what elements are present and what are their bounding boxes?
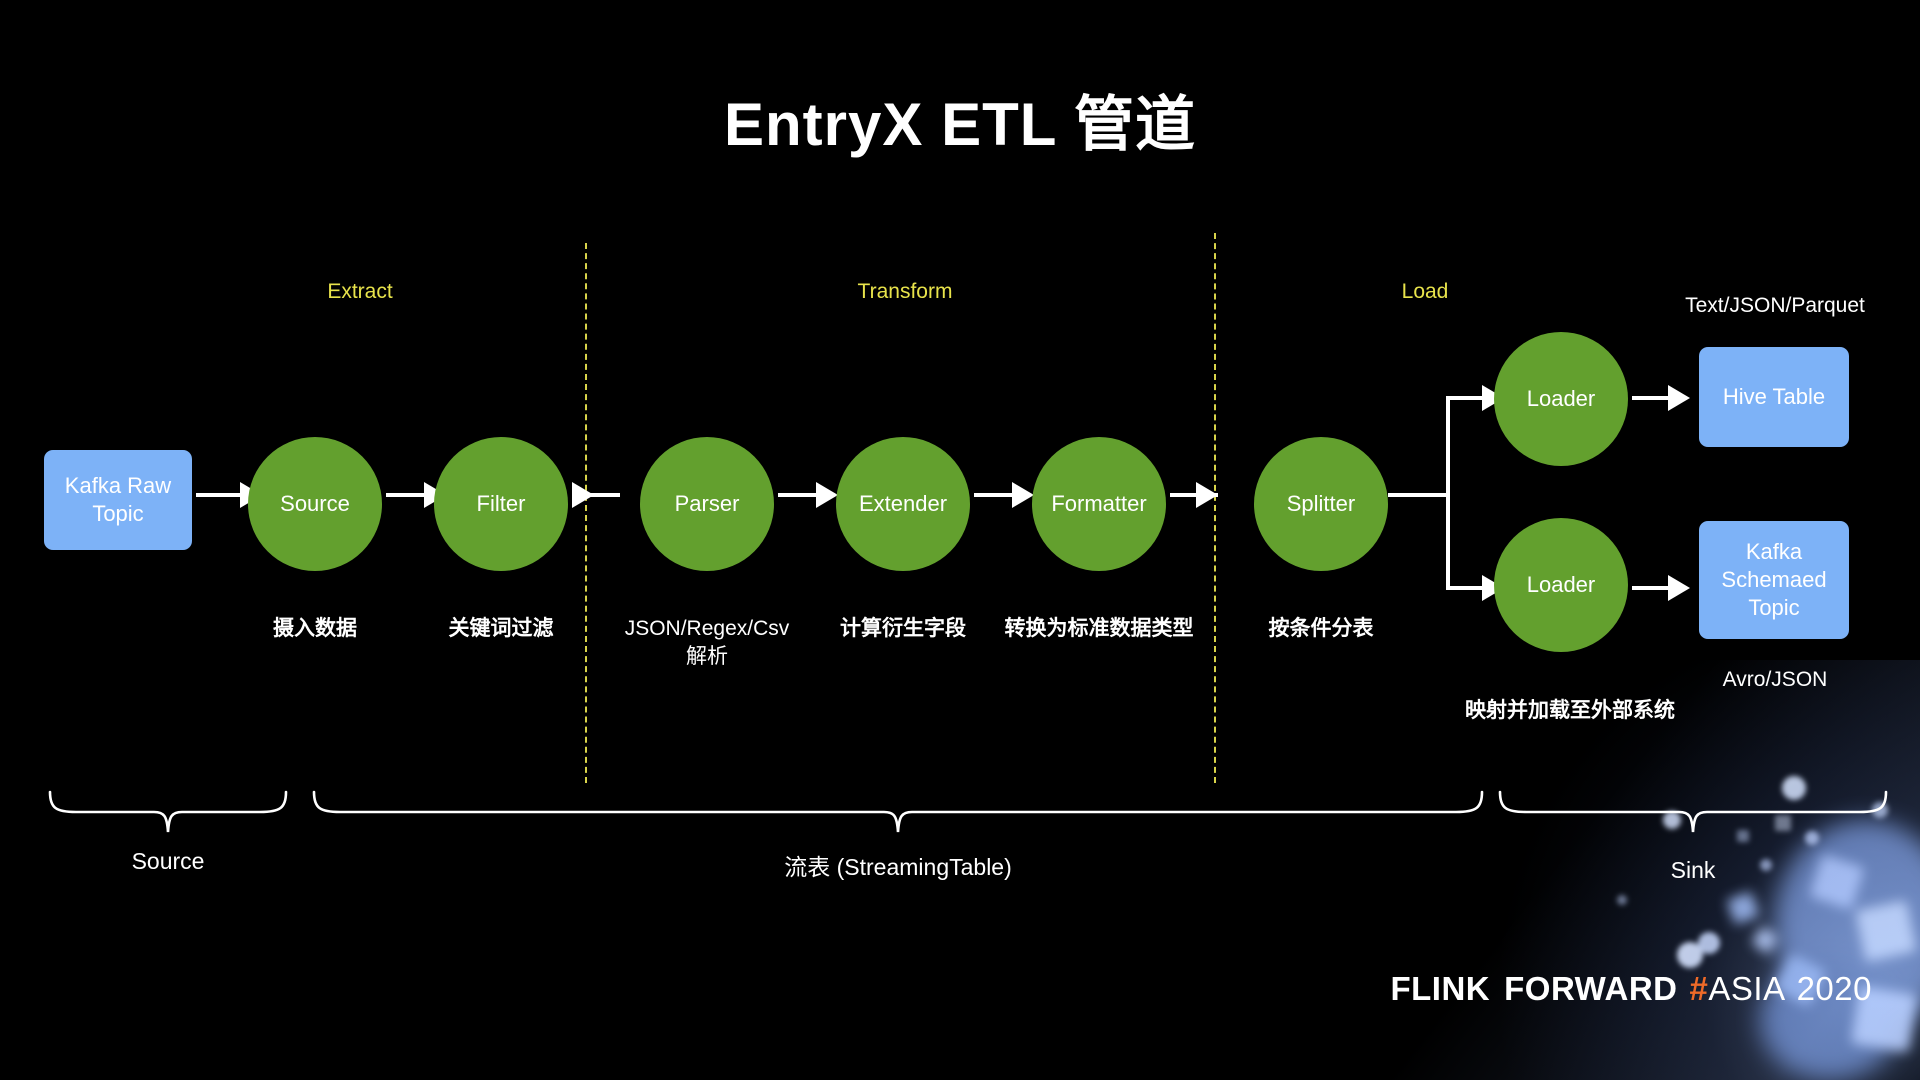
caption-hive-format: Text/JSON/Parquet bbox=[1685, 294, 1865, 317]
arrow-head-formatter-to-splitter bbox=[1196, 482, 1218, 508]
brand-forward: FORWARD bbox=[1504, 970, 1678, 1007]
arrow-line-kafka-to-source bbox=[196, 493, 244, 497]
node-kafka-raw-topic[interactable]: Kafka Raw Topic bbox=[44, 450, 192, 550]
divider-transform-load bbox=[1214, 233, 1216, 783]
caption-kafka-format: Avro/JSON bbox=[1722, 668, 1828, 691]
phase-label-transform: Transform bbox=[857, 280, 953, 303]
arrow-head-filter-to-parser bbox=[572, 482, 594, 508]
node-filter[interactable]: Filter bbox=[434, 437, 568, 571]
brace-sink bbox=[1498, 790, 1888, 834]
slide-canvas: EntryX ETL 管道 Extract Transform Load Kaf… bbox=[0, 0, 1920, 1080]
node-hive-table[interactable]: Hive Table bbox=[1699, 347, 1849, 447]
caption-parser: JSON/Regex/Csv 解析 bbox=[624, 617, 790, 669]
node-extender[interactable]: Extender bbox=[836, 437, 970, 571]
arrow-head-parser-to-extender bbox=[816, 482, 838, 508]
arrow-head-loader-to-kafka bbox=[1668, 575, 1690, 601]
group-label-sink: Sink bbox=[1670, 857, 1716, 883]
arrow-line-loader-to-hive bbox=[1632, 396, 1672, 400]
node-source[interactable]: Source bbox=[248, 437, 382, 571]
caption-filter: 关键词过滤 bbox=[448, 617, 554, 640]
brace-streaming-table bbox=[312, 790, 1484, 834]
arrow-line-branch-bottom bbox=[1446, 586, 1486, 590]
node-formatter[interactable]: Formatter bbox=[1032, 437, 1166, 571]
brand-flink-forward-asia: FLINK FORWARD # ASIA 2020 bbox=[1390, 970, 1872, 1008]
arrow-head-loader-to-hive bbox=[1668, 385, 1690, 411]
branch-trunk-vertical bbox=[1446, 396, 1450, 590]
caption-extender: 计算衍生字段 bbox=[840, 617, 966, 640]
caption-formatter: 转换为标准数据类型 bbox=[1004, 617, 1194, 640]
brace-source bbox=[48, 790, 288, 834]
arrow-head-extender-to-formatter bbox=[1012, 482, 1034, 508]
node-kafka-schemaed-topic[interactable]: Kafka Schemaed Topic bbox=[1699, 521, 1849, 639]
arrow-line-source-to-filter bbox=[386, 493, 428, 497]
caption-loaders: 映射并加载至外部系统 bbox=[1465, 699, 1675, 722]
node-splitter[interactable]: Splitter bbox=[1254, 437, 1388, 571]
brand-hash-icon: # bbox=[1689, 970, 1709, 1007]
caption-source: 摄入数据 bbox=[273, 617, 357, 640]
brand-asia: ASIA bbox=[1708, 970, 1786, 1007]
brand-year: 2020 bbox=[1796, 970, 1872, 1007]
phase-label-load: Load bbox=[1401, 280, 1449, 303]
node-loader-top[interactable]: Loader bbox=[1494, 332, 1628, 466]
phase-label-extract: Extract bbox=[327, 280, 393, 303]
arrow-line-branch-top bbox=[1446, 396, 1486, 400]
arrow-line-extender-to-formatter bbox=[974, 493, 1016, 497]
group-label-streaming-table: 流表 (StreamingTable) bbox=[784, 854, 1012, 880]
arrow-line-splitter-stub bbox=[1388, 493, 1450, 497]
node-parser[interactable]: Parser bbox=[640, 437, 774, 571]
caption-splitter: 按条件分表 bbox=[1268, 617, 1374, 640]
node-loader-bottom[interactable]: Loader bbox=[1494, 518, 1628, 652]
page-title: EntryX ETL 管道 bbox=[724, 91, 1196, 158]
group-label-source: Source bbox=[131, 848, 205, 874]
brand-flink: FLINK bbox=[1390, 970, 1491, 1007]
arrow-line-loader-to-kafka bbox=[1632, 586, 1672, 590]
arrow-line-parser-to-extender bbox=[778, 493, 820, 497]
divider-extract-transform bbox=[585, 243, 587, 783]
